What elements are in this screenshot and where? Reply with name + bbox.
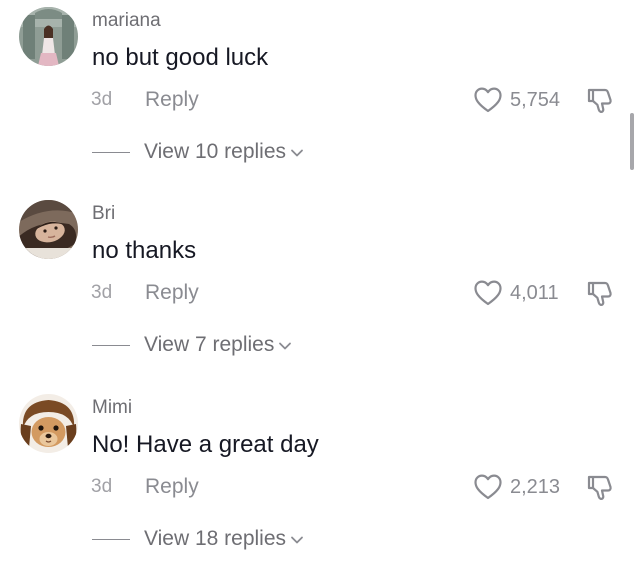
like-count: 2,213 [510, 476, 561, 498]
reply-button[interactable]: Reply [145, 281, 199, 305]
divider [92, 538, 130, 540]
dislike-button[interactable] [585, 85, 615, 115]
comment-timestamp: 3d [91, 89, 113, 110]
avatar[interactable] [19, 394, 78, 453]
like-button[interactable]: 2,213 [474, 473, 560, 501]
dislike-button[interactable] [585, 278, 615, 308]
comment-item: Bri no thanks 3d Reply 4,011 View 7 repl… [0, 193, 640, 383]
avatar-photo-icon [19, 7, 78, 66]
view-replies-label: View 18 replies [144, 527, 287, 550]
like-button[interactable]: 5,754 [474, 86, 560, 114]
scrollbar[interactable] [630, 113, 634, 170]
view-replies-label: View 7 replies [144, 333, 275, 356]
chevron-down-icon [291, 536, 303, 544]
comment-timestamp: 3d [91, 476, 113, 497]
like-count: 5,754 [510, 89, 561, 111]
comment-username[interactable]: mariana [92, 10, 161, 32]
chevron-down-icon [279, 342, 292, 350]
avatar-dog-photo-icon [19, 394, 78, 453]
like-count: 4,011 [510, 282, 559, 304]
like-button[interactable]: 4,011 [474, 279, 559, 307]
chevron-down-icon [291, 149, 303, 157]
comment-text: no thanks [92, 237, 197, 264]
view-replies-toggle[interactable]: View 7 replies [92, 333, 292, 357]
comment-text: no but good luck [92, 44, 269, 71]
dislike-button[interactable] [585, 472, 615, 502]
avatar[interactable] [19, 7, 78, 66]
comment-timestamp: 3d [91, 282, 113, 303]
reply-button[interactable]: Reply [145, 88, 199, 112]
divider [92, 151, 130, 153]
view-replies-toggle[interactable]: View 18 replies [92, 527, 304, 551]
comment-username[interactable]: Mimi [92, 397, 132, 419]
view-replies-toggle[interactable]: View 10 replies [92, 140, 304, 164]
heart-outline-icon [474, 280, 502, 306]
reply-button[interactable]: Reply [145, 475, 199, 499]
thumbs-down-icon [587, 475, 612, 500]
avatar-photo-icon [19, 200, 78, 259]
divider [92, 344, 130, 346]
avatar[interactable] [19, 200, 78, 259]
heart-outline-icon [474, 87, 502, 113]
thumbs-down-icon [587, 281, 612, 306]
comment-item: Mimi No! Have a great day 3d Reply 2,213… [0, 387, 640, 577]
comment-item: mariana no but good luck 3d Reply 5,754 … [0, 0, 640, 190]
view-replies-label: View 10 replies [144, 140, 287, 163]
heart-outline-icon [474, 474, 502, 500]
thumbs-down-icon [587, 88, 612, 113]
comment-text: No! Have a great day [92, 431, 319, 458]
comment-username[interactable]: Bri [92, 203, 115, 225]
